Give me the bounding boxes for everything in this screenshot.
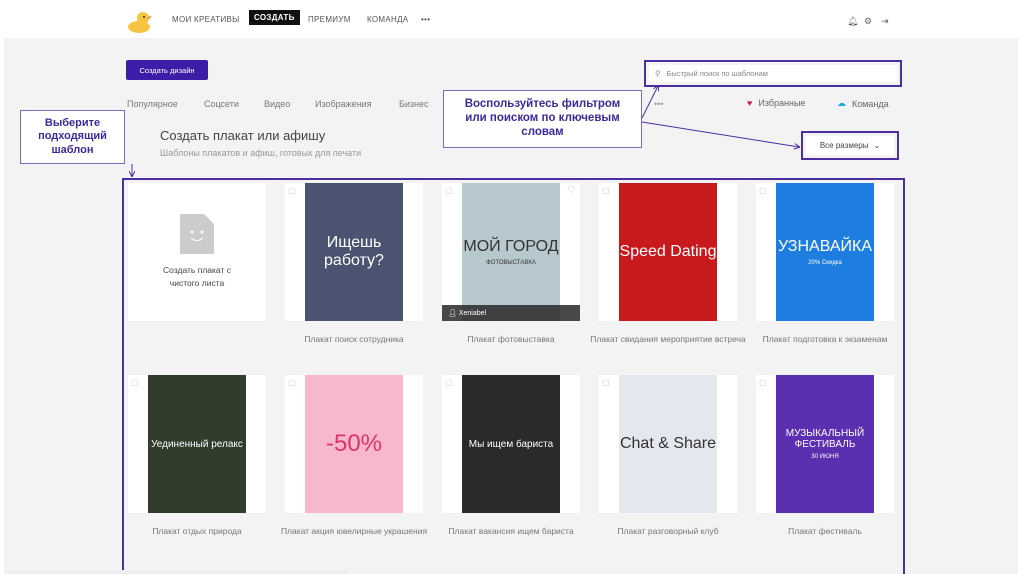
nav-create[interactable]: СОЗДАТЬ (249, 10, 300, 25)
nav-premium[interactable]: ПРЕМИУМ (308, 15, 351, 24)
template-card[interactable]: ▢ Ищешь работу? (285, 183, 423, 321)
template-thumb-icon: ▢ (602, 378, 610, 387)
template-search: ⚲ Быстрый поиск по шаблонам (644, 60, 902, 87)
template-thumb-icon: ▢ (288, 378, 296, 387)
template-label[interactable]: Плакат отдых природа (117, 525, 277, 537)
category-images[interactable]: Изображения (315, 99, 372, 109)
poster-title: Ищешь работу? (324, 234, 384, 269)
heart-icon: ♥ (747, 98, 753, 108)
template-thumb-icon: ▢ (288, 186, 296, 195)
nav-more[interactable]: ••• (421, 15, 430, 24)
logout-icon[interactable]: ⇥ (881, 16, 889, 27)
size-filter-value: Все размеры (819, 141, 869, 150)
team-link[interactable]: ☁ Команда (837, 98, 889, 109)
blank-poster-card[interactable]: Создать плакат с чистого листа (128, 183, 266, 321)
nav-team[interactable]: КОМАНДА (367, 15, 408, 24)
template-thumb-icon: ▢ (759, 186, 767, 195)
author-name: Xeniabel (458, 310, 487, 317)
page-subtitle: Шаблоны плакатов и афиш, готовых для печ… (160, 148, 362, 158)
template-label[interactable]: Плакат акция ювелирные украшения (274, 525, 434, 537)
poster-subtitle: 20% Скидка (808, 260, 842, 266)
template-poster: Мы ищем бариста (462, 375, 560, 513)
poster-title: Уединенный релакс (151, 438, 243, 450)
poster-title: МУЗЫКАЛЬНЫЙ ФЕСТИВАЛЬ (785, 428, 865, 450)
category-popular[interactable]: Популярное (127, 99, 178, 109)
template-label[interactable]: Плакат подготовка к экзаменам (745, 333, 905, 345)
search-input[interactable]: Быстрый поиск по шаблонам (667, 69, 768, 78)
poster-subtitle: ФОТОВЫСТАВКА (486, 260, 536, 266)
author-badge: 👤︎ Xeniabel (442, 305, 580, 321)
poster-title: МОЙ ГОРОД (463, 238, 559, 255)
poster-title: Chat & Share (619, 435, 717, 452)
template-poster: МОЙ ГОРОД ФОТОВЫСТАВКА (462, 183, 560, 321)
template-card[interactable]: ▢ Chat & Share (599, 375, 737, 513)
template-label[interactable]: Плакат фотовыставка (431, 333, 591, 345)
template-card[interactable]: ▢ МУЗЫКАЛЬНЫЙ ФЕСТИВАЛЬ 30 ИЮНЯ (756, 375, 894, 513)
callout-choose-template: Выберите подходящий шаблон (20, 110, 125, 164)
template-poster: Уединенный релакс (148, 375, 246, 513)
template-label[interactable]: Плакат вакансия ищем бариста (431, 525, 591, 537)
status-bar-url (8, 570, 348, 574)
template-label[interactable]: Плакат поиск сотрудника (274, 333, 434, 345)
team-label: Команда (852, 98, 889, 109)
template-label[interactable]: Плакат фестиваль (745, 525, 905, 537)
heart-outline-icon[interactable]: ♡ (567, 185, 576, 196)
template-thumb-icon: ▢ (131, 378, 139, 387)
template-poster: Chat & Share (619, 375, 717, 513)
template-poster: Speed Dating (619, 183, 717, 321)
favorites-link[interactable]: ♥ Избранные (747, 98, 805, 108)
chevron-down-icon: ⌄ (873, 141, 881, 150)
template-card[interactable]: ▢ Мы ищем бариста (442, 375, 580, 513)
page-title: Создать плакат или афишу (160, 128, 326, 143)
favorites-label: Избранные (758, 98, 806, 108)
template-thumb-icon: ▢ (445, 186, 453, 195)
gear-icon[interactable]: ⚙ (864, 16, 872, 27)
template-thumb-icon: ▢ (445, 378, 453, 387)
template-poster: МУЗЫКАЛЬНЫЙ ФЕСТИВАЛЬ 30 ИЮНЯ (776, 375, 874, 513)
poster-title: Мы ищем бариста (468, 438, 554, 450)
poster-subtitle: 30 ИЮНЯ (811, 454, 839, 460)
categories-more-button[interactable]: ••• (654, 99, 663, 109)
page: МОИ КРЕАТИВЫ СОЗДАТЬ ПРЕМИУМ КОМАНДА •••… (4, 4, 1018, 574)
cloud-icon: ☁ (837, 98, 846, 108)
category-business[interactable]: Бизнес (399, 99, 429, 109)
search-icon: ⚲ (655, 69, 661, 78)
template-thumb-icon: ▢ (759, 378, 767, 387)
template-poster: УЗНАВАЙКА 20% Скидка (776, 183, 874, 321)
template-card[interactable]: ▢ -50% (285, 375, 423, 513)
nav-my-creatives[interactable]: МОИ КРЕАТИВЫ (172, 15, 240, 24)
template-card[interactable]: ▢ МОЙ ГОРОД ФОТОВЫСТАВКА 👤︎ Xeniabel ♡ (442, 183, 580, 321)
poster-title: Speed Dating (619, 243, 717, 260)
size-filter-dropdown[interactable]: Все размеры ⌄ (801, 131, 899, 160)
template-thumb-icon: ▢ (602, 186, 610, 195)
category-social[interactable]: Соцсети (204, 99, 239, 109)
template-poster: -50% (305, 375, 403, 513)
create-design-button[interactable]: Создать дизайн (126, 60, 208, 80)
template-label[interactable]: Плакат свидания мероприятие встреча (588, 333, 748, 345)
template-card[interactable]: ▢ Уединенный релакс (128, 375, 266, 513)
poster-title: -50% (325, 430, 383, 457)
template-card[interactable]: ▢ УЗНАВАЙКА 20% Скидка (756, 183, 894, 321)
template-card[interactable]: ▢ Speed Dating (599, 183, 737, 321)
poster-title: УЗНАВАЙКА (777, 238, 872, 255)
bell-icon[interactable]: 🔔︎ (847, 16, 858, 27)
template-label[interactable]: Плакат разговорный клуб (588, 525, 748, 537)
blank-document-icon (180, 214, 214, 255)
callout-filter-search: Воспользуйтесь фильтром или поиском по к… (443, 90, 642, 148)
blank-card-label: Создать плакат с чистого листа (163, 265, 231, 288)
template-poster: Ищешь работу? (305, 183, 403, 321)
duck-logo-icon[interactable] (126, 10, 152, 34)
top-navbar: МОИ КРЕАТИВЫ СОЗДАТЬ ПРЕМИУМ КОМАНДА •••… (4, 4, 1018, 38)
category-video[interactable]: Видео (264, 99, 290, 109)
